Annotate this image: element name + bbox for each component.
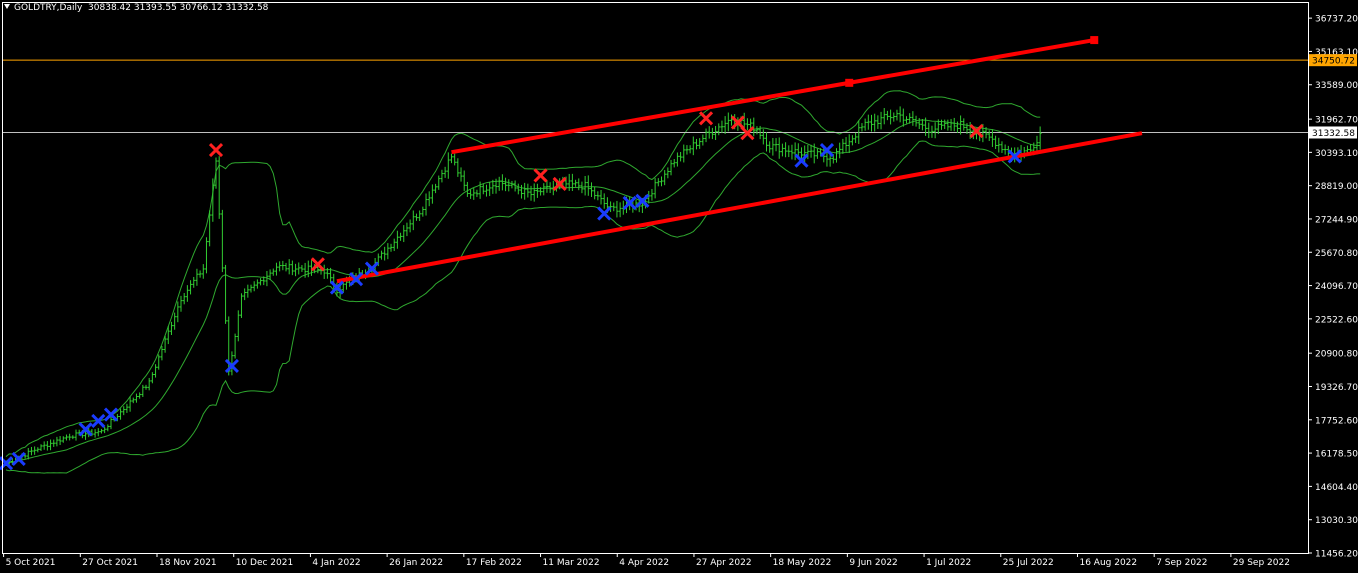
- time-tick-label: 26 Jan 2022: [389, 558, 443, 568]
- price-tick-label: 11456.20: [1315, 550, 1358, 560]
- price-tick-label: 16178.50: [1315, 450, 1358, 460]
- time-tick-label: 11 Mar 2022: [543, 558, 600, 568]
- price-tick-label: 14604.40: [1315, 483, 1358, 493]
- ohlc-values: 30838.42 31393.55 30766.12 31332.58: [88, 3, 269, 13]
- middle-band-line: [5, 119, 1041, 464]
- price-axis[interactable]: 36737.2035163.1033589.0031962.7030393.10…: [1308, 15, 1358, 560]
- price-tick-label: 17752.60: [1315, 416, 1358, 426]
- price-label: 31332.58: [1312, 129, 1355, 139]
- bollinger-bands: [5, 90, 1041, 474]
- price-tick-label: 20900.80: [1315, 350, 1358, 360]
- chart-header: GOLDTRY,Daily 30838.42 31393.55 30766.12…: [4, 3, 268, 13]
- channel-handle: [1090, 36, 1099, 45]
- horizontal-lines: [2, 59, 1308, 133]
- plot-border: [2, 2, 1309, 554]
- time-tick-label: 5 Oct 2021: [6, 558, 56, 568]
- time-tick-label: 4 Apr 2022: [619, 558, 669, 568]
- price-tick-label: 36737.20: [1315, 15, 1358, 25]
- price-tick-label: 25670.80: [1315, 249, 1358, 259]
- price-tick-label: 24096.70: [1315, 282, 1358, 292]
- time-tick-label: 4 Jan 2022: [312, 558, 360, 568]
- price-tick-label: 19326.70: [1315, 383, 1358, 393]
- price-label: 34750.72: [1312, 57, 1355, 67]
- time-tick-label: 18 May 2022: [773, 558, 832, 568]
- time-tick-label: 17 Feb 2022: [466, 558, 522, 568]
- price-tick-label: 33589.00: [1315, 81, 1358, 91]
- time-tick-label: 29 Sep 2022: [1233, 558, 1290, 568]
- channel-lower-line: [336, 131, 1143, 284]
- chart-frame: [2, 2, 1309, 554]
- channel-upper-line: [451, 38, 1095, 155]
- price-tick-label: 22522.60: [1315, 315, 1358, 325]
- channel-handle: [845, 78, 854, 87]
- upper-band-line: [5, 90, 1041, 457]
- time-tick-label: 1 Jul 2022: [926, 558, 971, 568]
- time-tick-label: 10 Dec 2021: [236, 558, 294, 568]
- time-tick-label: 16 Aug 2022: [1079, 558, 1137, 568]
- time-tick-label: 25 Jul 2022: [1003, 558, 1054, 568]
- symbol-label: GOLDTRY,Daily: [14, 3, 83, 13]
- time-tick-label: 27 Oct 2021: [82, 558, 138, 568]
- price-tick-label: 13030.30: [1315, 516, 1358, 526]
- price-tick-label: 31962.70: [1315, 116, 1358, 126]
- dropdown-triangle-icon[interactable]: [4, 4, 10, 9]
- time-tick-label: 18 Nov 2021: [159, 558, 217, 568]
- horizontal-line-labels: 34750.72 31332.58: [1309, 54, 1357, 139]
- price-tick-label: 28819.00: [1315, 182, 1358, 192]
- time-tick-label: 27 Apr 2022: [696, 558, 752, 568]
- price-bars: [4, 106, 1042, 466]
- signal-markers: [0, 111, 1022, 471]
- lower-band-line: [5, 140, 1041, 474]
- time-axis[interactable]: 5 Oct 2021 27 Oct 2021 18 Nov 2021 10 Dec 2…: [3, 553, 1290, 568]
- price-tick-label: 30393.10: [1315, 149, 1358, 159]
- price-tick-label: 27244.90: [1315, 215, 1358, 225]
- time-tick-label: 9 Jun 2022: [849, 558, 897, 568]
- price-chart[interactable]: 36737.2035163.1033589.0031962.7030393.10…: [0, 0, 1358, 573]
- time-tick-label: 7 Sep 2022: [1156, 558, 1207, 568]
